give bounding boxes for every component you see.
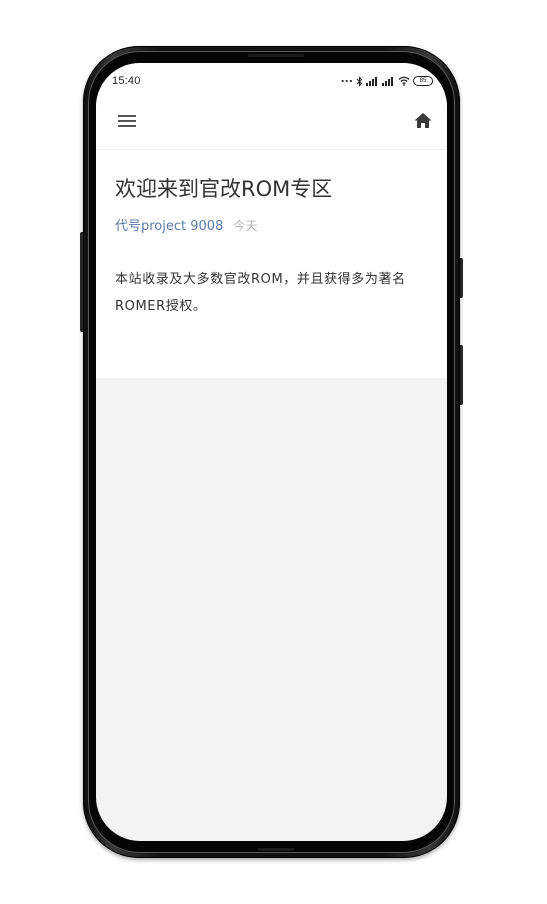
home-icon [414, 112, 432, 133]
article-meta: 代号project 9008 今天 [115, 215, 257, 234]
toolbar-divider [96, 149, 447, 150]
phone-frame: 15:40 ... 85 欢迎来到官改ROM专区 代号project 9008 … [83, 46, 460, 858]
menu-button[interactable] [115, 110, 139, 134]
signal-icon-2 [382, 76, 395, 86]
more-dots: ... [340, 72, 353, 85]
hamburger-menu-icon [118, 113, 136, 132]
article-body: 本站收录及大多数官改ROM，并且获得多为著名ROMER授权。 [115, 272, 406, 314]
status-icons: ... 85 [340, 72, 433, 87]
wifi-icon [398, 76, 410, 86]
mockup-stage: 15:40 ... 85 欢迎来到官改ROM专区 代号project 9008 … [0, 0, 547, 904]
toolbar [115, 109, 435, 135]
article-content: 15:40 ... 85 欢迎来到官改ROM专区 代号project 9008 … [96, 63, 447, 378]
charging-port [258, 848, 294, 851]
publish-date: 今天 [233, 219, 258, 233]
article-title: 欢迎来到官改ROM专区 [115, 177, 333, 201]
battery-icon: 85 [413, 76, 433, 86]
speaker-grille [248, 54, 304, 57]
signal-icon-1 [366, 76, 379, 86]
author-link[interactable]: 代号project 9008 [115, 215, 223, 234]
bluetooth-icon [356, 75, 363, 87]
home-button[interactable] [411, 110, 435, 134]
status-time: 15:40 [112, 75, 141, 87]
status-bar: 15:40 ... 85 [112, 73, 433, 89]
phone-screen: 15:40 ... 85 欢迎来到官改ROM专区 代号project 9008 … [96, 63, 447, 841]
phone-bezel: 15:40 ... 85 欢迎来到官改ROM专区 代号project 9008 … [88, 51, 455, 853]
